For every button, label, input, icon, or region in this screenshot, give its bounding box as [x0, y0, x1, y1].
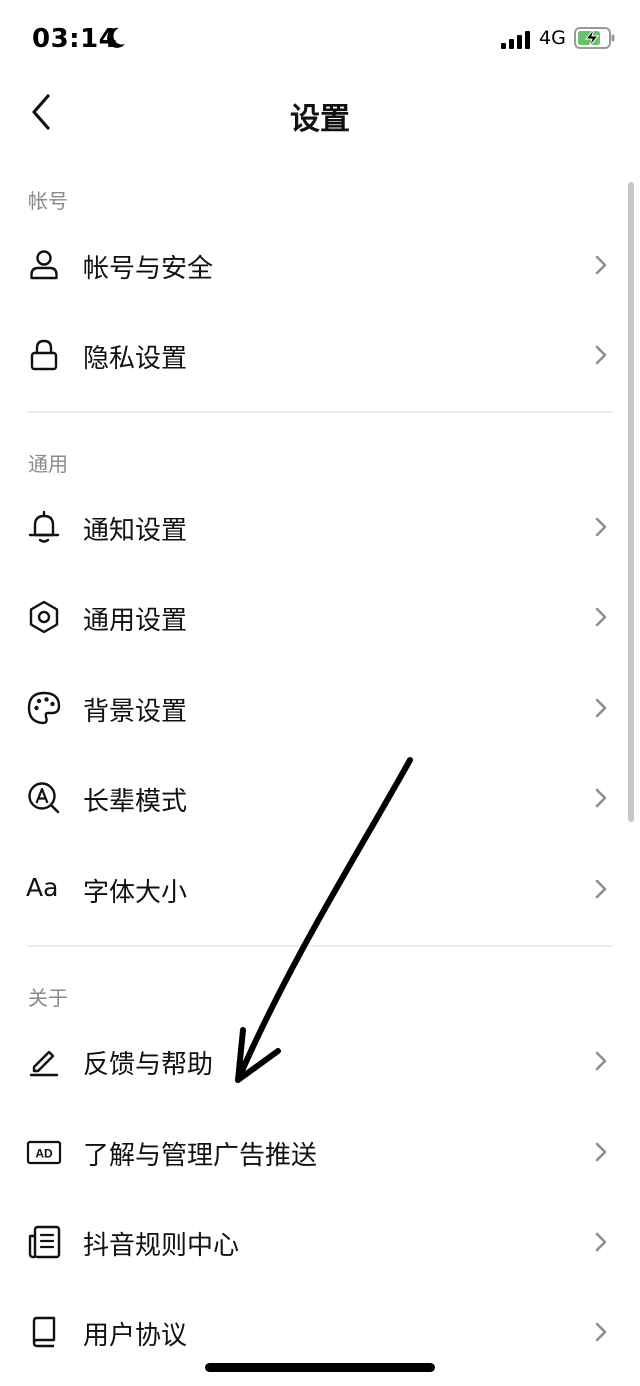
font-size-icon: Aa	[26, 871, 62, 907]
battery-charging-icon	[574, 26, 616, 54]
moon-icon	[105, 26, 127, 54]
status-bar: 03:14 4G	[0, 0, 640, 80]
settings-item-label: 通用设置	[83, 606, 188, 636]
chevron-right-icon	[592, 696, 610, 720]
settings-item-feedback-help[interactable]: 反馈与帮助	[0, 1016, 626, 1106]
ad-icon: AD	[26, 1134, 62, 1170]
chevron-right-icon	[592, 515, 610, 539]
page-title: 设置	[290, 102, 350, 137]
settings-item-notifications[interactable]: 通知设置	[0, 482, 626, 572]
chevron-right-icon	[592, 877, 610, 901]
settings-item-font-size[interactable]: Aa 字体大小	[0, 844, 626, 934]
book-icon	[26, 1314, 62, 1350]
settings-item-background[interactable]: 背景设置	[0, 663, 626, 753]
settings-item-label: 帐号与安全	[83, 254, 214, 284]
chevron-right-icon	[592, 1049, 610, 1073]
elder-mode-icon	[26, 780, 62, 816]
scrollbar[interactable]	[628, 182, 634, 822]
chevron-right-icon	[592, 1320, 610, 1344]
chevron-right-icon	[592, 343, 610, 367]
settings-item-general[interactable]: 通用设置	[0, 572, 626, 662]
person-icon	[26, 247, 62, 283]
divider	[27, 411, 613, 413]
settings-item-elder-mode[interactable]: 长辈模式	[0, 753, 626, 843]
settings-item-label: 隐私设置	[83, 344, 188, 374]
section-label-general: 通用	[28, 452, 68, 476]
settings-item-rules-center[interactable]: 抖音规则中心	[0, 1197, 626, 1287]
signal-icon	[501, 30, 531, 54]
document-icon	[26, 1224, 62, 1260]
settings-item-label: 字体大小	[83, 878, 188, 908]
settings-item-label: 反馈与帮助	[83, 1050, 214, 1080]
settings-item-privacy[interactable]: 隐私设置	[0, 310, 626, 400]
chevron-right-icon	[592, 253, 610, 277]
settings-item-account-security[interactable]: 帐号与安全	[0, 220, 626, 310]
section-label-account: 帐号	[28, 189, 68, 213]
pencil-icon	[26, 1043, 62, 1079]
home-indicator[interactable]	[205, 1363, 435, 1372]
network-type: 4G	[539, 27, 566, 49]
palette-icon	[26, 690, 62, 726]
lock-icon	[26, 337, 62, 373]
settings-item-label: 了解与管理广告推送	[83, 1141, 318, 1171]
settings-item-ad-management[interactable]: AD 了解与管理广告推送	[0, 1107, 626, 1197]
settings-item-label: 背景设置	[83, 697, 188, 727]
font-size-icon-text: Aa	[26, 873, 59, 902]
gear-icon	[26, 599, 62, 635]
settings-item-label: 抖音规则中心	[83, 1231, 240, 1261]
chevron-right-icon	[592, 1140, 610, 1164]
chevron-right-icon	[592, 605, 610, 629]
nav-bar: 设置	[0, 80, 640, 144]
settings-item-label: 用户协议	[83, 1321, 188, 1351]
divider	[27, 945, 613, 947]
bell-icon	[26, 509, 62, 545]
chevron-right-icon	[592, 1230, 610, 1254]
section-label-about: 关于	[28, 986, 68, 1010]
chevron-right-icon	[592, 786, 610, 810]
settings-item-label: 通知设置	[83, 516, 188, 546]
settings-item-label: 长辈模式	[83, 787, 188, 817]
ad-icon-text: AD	[35, 1147, 53, 1161]
